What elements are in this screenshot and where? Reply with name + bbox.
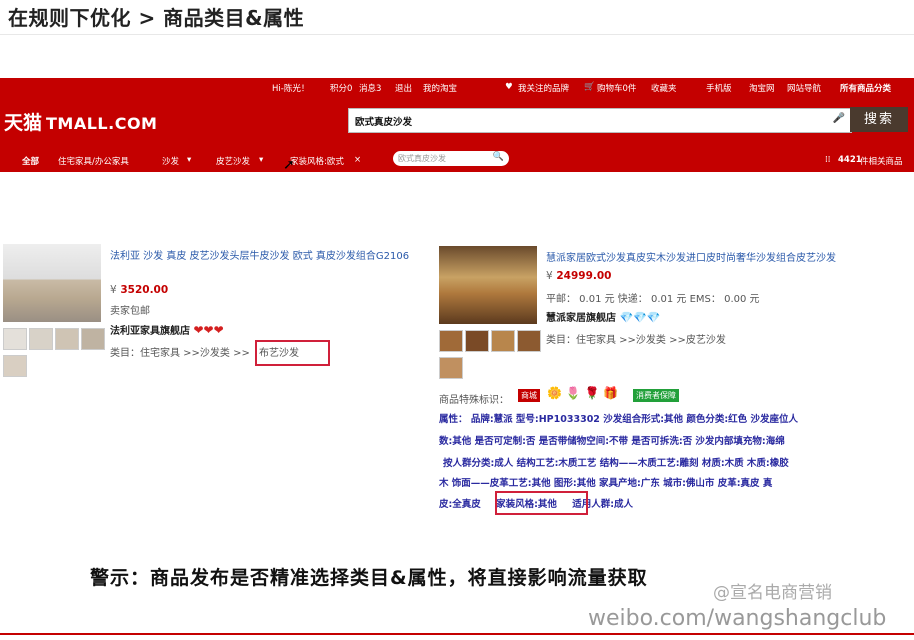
cart-link[interactable]: 购物车0件 [597, 82, 636, 94]
product1-price: ¥ 3520.00 [110, 284, 169, 296]
warning-text: 警示：商品发布是否精准选择类目&属性，将直接影响流量获取 [90, 567, 648, 589]
product1-thumb[interactable] [55, 328, 79, 350]
microphone-icon[interactable]: 🎤 [833, 113, 845, 124]
watermark-url: weibo.com/wangshangclub [588, 606, 887, 631]
flower-icon: 🌼 🌷 🌹 🎁 [547, 386, 619, 400]
logo-en: TMALL.COM [46, 114, 158, 133]
guarantee-badge: 消费者保障 [633, 389, 679, 402]
search-icon[interactable]: 🔍 [493, 152, 504, 162]
fav-brand-link[interactable]: 我关注的品牌 [518, 82, 569, 94]
product1-shipping: 卖家包邮 [110, 306, 150, 317]
chevron-down-icon[interactable]: ▾ [187, 155, 191, 165]
logout-link[interactable]: 退出 [395, 82, 412, 94]
nav-filter-style[interactable]: 家装风格:欧式 [290, 155, 344, 167]
product1-thumb[interactable] [81, 328, 105, 350]
points-link[interactable]: 积分0 [330, 82, 352, 94]
watermark-handle: @宣名电商营销 [713, 583, 832, 603]
bottom-divider [0, 633, 914, 635]
heart-icon: ♥ [505, 82, 513, 92]
logo-cn: 天猫 [4, 112, 43, 134]
product2-title[interactable]: 慧派家居欧式沙发真皮实木沙发进口皮时尚奢华沙发组合皮艺沙发 [546, 252, 896, 265]
product2-shop[interactable]: 慧派家居旗舰店 💎💎💎 [546, 309, 661, 324]
product2-thumb[interactable] [439, 330, 463, 352]
heart-icon: ❤❤❤ [193, 323, 224, 337]
nav-all[interactable]: 全部 [22, 155, 39, 167]
close-icon[interactable]: × [354, 155, 361, 165]
product2-thumb[interactable] [517, 330, 541, 352]
site-nav-menu[interactable]: 网站导航 [787, 82, 821, 94]
result-count: 4421 [838, 155, 862, 165]
result-icon: ⁞⁞ [825, 155, 831, 165]
highlight-box [255, 340, 330, 366]
product1-thumb[interactable] [3, 328, 27, 350]
taobao-link[interactable]: 淘宝网 [749, 82, 775, 94]
mall-badge: 商城 [518, 389, 540, 402]
mouse-cursor-icon: ➚ [283, 157, 295, 173]
product1-thumb[interactable] [29, 328, 53, 350]
special-label: 商品特殊标识： [439, 395, 509, 406]
title-divider [0, 34, 914, 35]
search-input[interactable]: 欧式真皮沙发 🎤 [348, 108, 852, 133]
diamond-icon: 💎💎💎 [619, 311, 661, 324]
product1-shop[interactable]: 法利亚家具旗舰店 ❤❤❤ [110, 322, 224, 337]
search-value: 欧式真皮沙发 [355, 117, 413, 128]
all-categories-menu[interactable]: 所有商品分类 [840, 82, 891, 94]
messages-link[interactable]: 消息3 [359, 82, 381, 94]
favorites-menu[interactable]: 收藏夹 [651, 82, 677, 94]
nav-cat-sofa[interactable]: 沙发 [162, 155, 179, 167]
mobile-link[interactable]: 手机版 [706, 82, 732, 94]
nav-search-placeholder: 欧式真皮沙发 [398, 154, 446, 163]
product2-price: ¥ 24999.00 [546, 270, 612, 282]
attr-line-1: 属性： 品牌:慧派 型号:HP1033302 沙发组合形式:其他 颜色分类:红色… [439, 414, 798, 425]
cart-icon: 🛒 [584, 82, 595, 92]
result-count-suffix: 件相关商品 [860, 157, 903, 167]
nav-cat-leather-sofa[interactable]: 皮艺沙发 [216, 155, 250, 167]
product2-image[interactable] [439, 246, 537, 324]
highlight-box [495, 491, 588, 515]
product2-category: 类目：住宅家具 >>沙发类 >>皮艺沙发 [546, 335, 726, 346]
slide-title: 在规则下优化 > 商品类目&属性 [8, 6, 305, 30]
product2-thumb[interactable] [439, 357, 463, 379]
product1-title[interactable]: 法利亚 沙发 真皮 皮艺沙发头层牛皮沙发 欧式 真皮沙发组合G2106 [110, 250, 415, 263]
product2-thumb[interactable] [491, 330, 515, 352]
product1-image[interactable] [3, 244, 101, 322]
product1-category: 类目：住宅家具 >>沙发类 >> [110, 348, 250, 359]
attr-line-3: 按人群分类:成人 结构工艺:木质工艺 结构——木质工艺:雕刻 材质:木质 木质:… [443, 458, 789, 469]
greeting-link[interactable]: Hi-陈光！ [272, 82, 309, 94]
attr-line-4: 木 饰面——皮革工艺:其他 图形:其他 家具产地:广东 城市:佛山市 皮革:真皮… [439, 478, 773, 489]
chevron-down-icon[interactable]: ▾ [259, 155, 263, 165]
my-taobao-menu[interactable]: 我的淘宝 [423, 82, 457, 94]
nav-search-input[interactable]: 欧式真皮沙发 🔍 [393, 151, 509, 166]
tmall-logo[interactable]: 天猫 TMALL.COM [4, 108, 157, 135]
nav-cat-furniture[interactable]: 住宅家具/办公家具 [58, 155, 129, 167]
top-bar: Hi-陈光！ 积分0 消息3 退出 我的淘宝 ♥ 我关注的品牌 🛒 购物车0件 … [0, 78, 914, 96]
product1-thumb[interactable] [3, 355, 27, 377]
attr-line-2: 数:其他 是否可定制:否 是否带储物空间:不带 是否可拆洗:否 沙发内部填充物:… [439, 436, 785, 447]
search-button[interactable]: 搜索 [850, 107, 908, 132]
product2-shipping: 平邮： 0.01 元 快递： 0.01 元 EMS： 0.00 元 [546, 294, 760, 305]
product2-thumb[interactable] [465, 330, 489, 352]
